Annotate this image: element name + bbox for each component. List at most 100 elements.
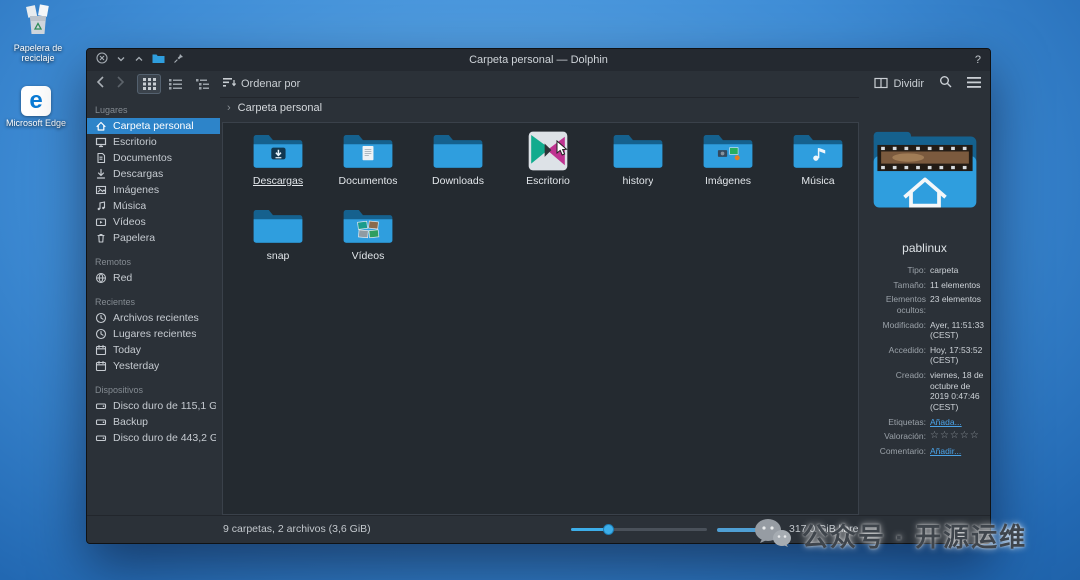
- folder-preview-image: [869, 127, 981, 217]
- sidebar-item-disco-duro-de-443-2-gib[interactable]: Disco duro de 443,2 GiB: [87, 430, 220, 446]
- sidebar-item-archivos-recientes[interactable]: Archivos recientes: [87, 310, 220, 326]
- edge-icon: e: [21, 86, 51, 116]
- sidebar-item-descargas[interactable]: Descargas: [87, 166, 220, 182]
- status-summary: 9 carpetas, 2 archivos (3,6 GiB): [223, 523, 371, 535]
- info-row-creado: Creado:viernes, 18 de octubre de 2019 0:…: [864, 370, 985, 413]
- sidebar-item-m-sica[interactable]: Música: [87, 198, 220, 214]
- pin-icon[interactable]: [173, 51, 184, 69]
- file-escritorio[interactable]: Escritorio: [503, 130, 593, 187]
- file-label: Descargas: [253, 175, 303, 187]
- file-snap[interactable]: snap: [233, 205, 323, 262]
- info-label: Etiquetas:: [864, 417, 926, 428]
- breadcrumb-chevron: ›: [227, 102, 231, 114]
- selected-item-name: pablinux: [902, 241, 947, 255]
- file-label: history: [623, 175, 654, 187]
- desktop-icon-label: Papelera de reciclaje: [6, 43, 70, 64]
- sidebar-item-label: Documentos: [113, 152, 172, 164]
- sidebar-section-title: Lugares: [87, 102, 220, 118]
- desktop-icon: [95, 136, 107, 148]
- zoom-slider-handle[interactable]: [603, 524, 614, 535]
- desktop-icon-microsoft-edge[interactable]: e Microsoft Edge: [4, 86, 68, 128]
- info-value: 23 elementos: [930, 294, 985, 315]
- drive-icon: [95, 416, 107, 428]
- sidebar-item-escritorio[interactable]: Escritorio: [87, 134, 220, 150]
- split-button[interactable]: Dividir: [874, 77, 924, 92]
- video-icon: [95, 216, 107, 228]
- hamburger-menu-icon[interactable]: [967, 75, 981, 93]
- desktop-icon-label: Microsoft Edge: [6, 118, 66, 128]
- info-row-etiquetas: Etiquetas: Añada...: [864, 417, 985, 428]
- information-panel: pablinux Tipo:carpeta Tamaño: 11 elementos…: [859, 97, 990, 516]
- info-row-tipo: Tipo:carpeta: [864, 265, 985, 276]
- watermark: 公众号 · 开源运维: [752, 516, 1027, 555]
- sidebar-item-label: Disco duro de 115,1 GiB: [113, 400, 216, 412]
- file-descargas[interactable]: Descargas: [233, 130, 323, 187]
- folder-icon: [251, 130, 305, 172]
- sidebar-item-disco-duro-de-115-1-gib[interactable]: Disco duro de 115,1 GiB: [87, 398, 220, 414]
- sidebar-item-carpeta-personal[interactable]: Carpeta personal: [87, 118, 220, 134]
- sidebar-item-im-genes[interactable]: Imágenes: [87, 182, 220, 198]
- info-row-tama-o: Tamaño: 11 elementos: [864, 280, 985, 291]
- wechat-icon: [752, 516, 792, 555]
- file-im-genes[interactable]: Imágenes: [683, 130, 773, 187]
- sidebar-item-label: Today: [113, 344, 141, 356]
- sidebar-item-papelera[interactable]: Papelera: [87, 230, 220, 246]
- sidebar-item-label: Imágenes: [113, 184, 159, 196]
- icons-view-button[interactable]: [137, 74, 161, 94]
- sort-icon: [223, 77, 236, 91]
- watermark-text: 公众号 · 开源运维: [802, 517, 1027, 554]
- sidebar-item-label: Archivos recientes: [113, 312, 199, 324]
- search-icon[interactable]: [939, 75, 952, 93]
- dolphin-window: Carpeta personal — Dolphin ?: [86, 48, 991, 544]
- info-value: ☆☆☆☆☆: [930, 431, 985, 442]
- close-icon[interactable]: [96, 51, 108, 69]
- file-label: Documentos: [339, 175, 398, 187]
- sidebar-item-label: Escritorio: [113, 136, 157, 148]
- sidebar-item-v-deos[interactable]: Vídeos: [87, 214, 220, 230]
- file-grid: Descargas Documentos Downloads Escritorio hi…: [233, 130, 863, 262]
- chevron-down-icon[interactable]: [116, 51, 126, 69]
- compact-view-button[interactable]: [164, 74, 188, 94]
- details-view-button[interactable]: [191, 74, 215, 94]
- info-value: 11 elementos: [930, 280, 985, 291]
- sidebar-item-yesterday[interactable]: Yesterday: [87, 358, 220, 374]
- sidebar-section-title: Remotos: [87, 254, 220, 270]
- titlebar[interactable]: Carpeta personal — Dolphin ?: [87, 49, 990, 71]
- breadcrumb[interactable]: › Carpeta personal: [227, 102, 322, 114]
- sidebar-item-documentos[interactable]: Documentos: [87, 150, 220, 166]
- sidebar-item-backup[interactable]: Backup: [87, 414, 220, 430]
- sidebar-item-label: Backup: [113, 416, 148, 428]
- forward-button[interactable]: [116, 75, 125, 93]
- info-rows: Tipo:carpetaTamaño:11 elementosElementos…: [861, 265, 988, 460]
- file-label: Escritorio: [526, 175, 570, 187]
- breadcrumb-path[interactable]: Carpeta personal: [238, 102, 322, 114]
- window-title: Carpeta personal — Dolphin: [87, 54, 990, 66]
- clock-icon: [95, 328, 107, 340]
- back-button[interactable]: [96, 75, 105, 93]
- info-value[interactable]: Añadir...: [930, 446, 985, 457]
- desktop-icon-recycle-bin[interactable]: Papelera de reciclaje: [6, 4, 70, 64]
- calendar-icon: [95, 344, 107, 356]
- recycle-bin-icon: [23, 4, 53, 41]
- clock-icon: [95, 312, 107, 324]
- sidebar-item-label: Música: [113, 200, 146, 212]
- zoom-slider[interactable]: [571, 528, 707, 531]
- file-m-sica[interactable]: Música: [773, 130, 863, 187]
- sidebar-item-today[interactable]: Today: [87, 342, 220, 358]
- file-history[interactable]: history: [593, 130, 683, 187]
- file-view[interactable]: Descargas Documentos Downloads Escritorio hi…: [222, 122, 859, 515]
- file-documentos[interactable]: Documentos: [323, 130, 413, 187]
- folder-icon: [251, 205, 305, 247]
- file-v-deos[interactable]: Vídeos: [323, 205, 413, 262]
- sidebar-item-label: Yesterday: [113, 360, 159, 372]
- sidebar-item-red[interactable]: Red: [87, 270, 220, 286]
- help-button[interactable]: ?: [975, 54, 981, 66]
- file-downloads[interactable]: Downloads: [413, 130, 503, 187]
- toolbar: Ordenar por Dividir: [87, 71, 990, 98]
- info-label: Tamaño:: [864, 280, 926, 291]
- sort-by-button[interactable]: Ordenar por: [223, 77, 300, 91]
- info-row-modificado: Modificado:Ayer, 11:51:33 (CEST): [864, 320, 985, 341]
- info-value[interactable]: Añada...: [930, 417, 985, 428]
- chevron-up-icon[interactable]: [134, 51, 144, 69]
- sidebar-item-lugares-recientes[interactable]: Lugares recientes: [87, 326, 220, 342]
